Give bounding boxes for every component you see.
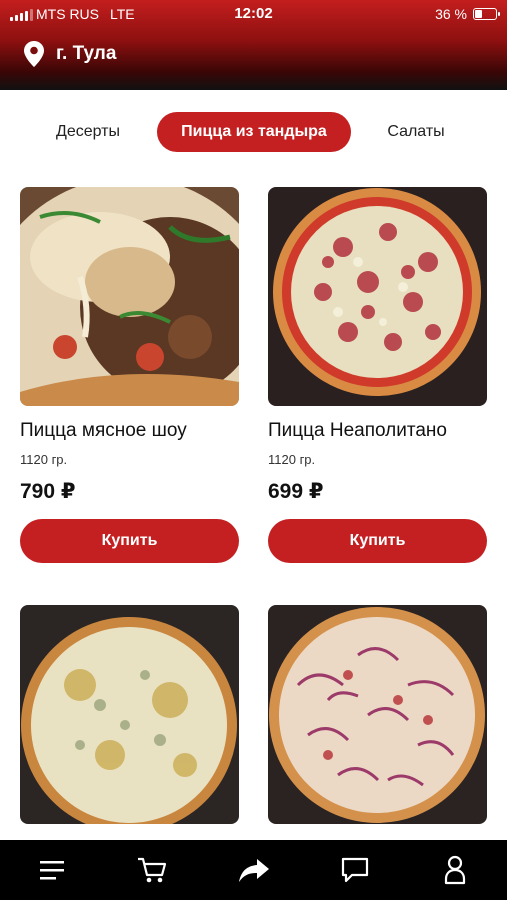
nav-share[interactable] [224, 840, 284, 900]
battery-level-fill [475, 10, 482, 18]
nav-cart[interactable] [122, 840, 182, 900]
product-card: Пицца Неаполитано 1120 гр. 699 ₽ Купить [268, 187, 487, 563]
nav-profile[interactable] [425, 840, 485, 900]
nav-chat[interactable] [325, 840, 385, 900]
city-selector[interactable]: г. Тула [24, 40, 116, 68]
buy-button[interactable]: Купить [20, 519, 239, 563]
product-image[interactable] [20, 605, 239, 824]
menu-icon [40, 861, 64, 880]
product-price: 790 ₽ [20, 480, 76, 503]
product-price: 699 ₽ [268, 480, 324, 503]
product-card [268, 605, 487, 824]
chat-icon [341, 857, 369, 883]
cart-icon [138, 857, 167, 883]
product-image[interactable] [268, 187, 487, 406]
product-image[interactable] [20, 187, 239, 406]
category-tabs: Десерты Пицца из тандыра Салаты [0, 112, 507, 154]
product-weight: 1120 гр. [268, 452, 316, 467]
status-time: 12:02 [234, 5, 273, 22]
product-name: Пицца Неаполитано [268, 420, 447, 441]
nav-menu[interactable] [22, 840, 82, 900]
tab-salads[interactable]: Салаты [366, 112, 466, 152]
bottom-navigation [0, 840, 507, 900]
profile-icon [444, 855, 466, 885]
tab-tandoor-pizza[interactable]: Пицца из тандыра [157, 112, 351, 152]
status-bar: MTS RUS LTE 12:02 36 % [0, 0, 507, 28]
tab-desserts[interactable]: Десерты [38, 112, 138, 152]
battery-icon [473, 8, 500, 20]
product-card [20, 605, 239, 824]
map-pin-icon [24, 41, 44, 67]
app-header: MTS RUS LTE 12:02 36 % г. Тула [0, 0, 507, 90]
city-name: г. Тула [56, 43, 117, 64]
share-icon [239, 859, 269, 882]
product-card: Пицца мясное шоу 1120 гр. 790 ₽ Купить [20, 187, 239, 563]
product-weight: 1120 гр. [20, 452, 68, 467]
buy-button[interactable]: Купить [268, 519, 487, 563]
battery-percent: 36 % [435, 6, 467, 22]
product-image[interactable] [268, 605, 487, 824]
product-name: Пицца мясное шоу [20, 420, 187, 441]
